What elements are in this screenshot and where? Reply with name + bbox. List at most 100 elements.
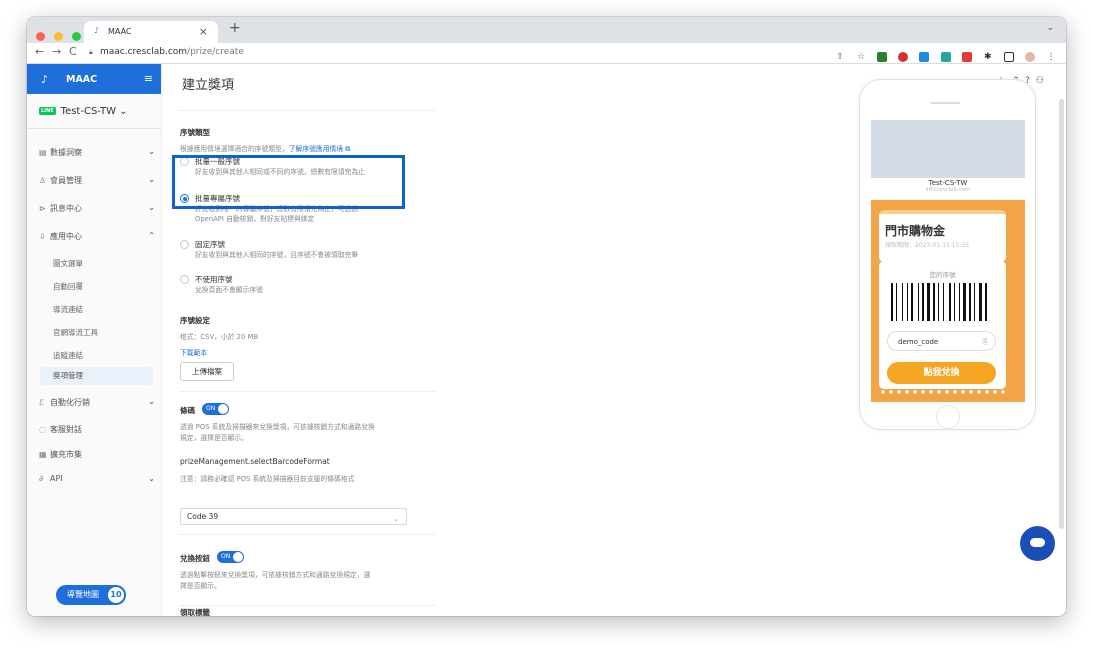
preview-prize-card: 門市購物金 領取期限：2023-01-11 15:35 [879,210,1006,262]
extension-icons: ⇧ ☆ ✱ ⋮ [829,46,1056,62]
preview-code-field[interactable]: demo_code ⎘ [887,331,996,351]
barcode-format-select[interactable]: Code 39 ⌄ [180,508,407,525]
sidebar-item-marketplace[interactable]: ▦ 擴充市集 [39,449,155,463]
page-title: 建立獎項 [182,78,235,93]
back-icon[interactable]: ← [35,45,44,58]
barcode-format-heading: prizeManagement.selectBarcodeFormat [180,457,330,466]
url-field[interactable]: maac.cresclab.com/prize/create [100,47,244,57]
user-menu-icon[interactable]: ⚇ [1036,76,1050,86]
barcode-bar [943,283,944,321]
phone-home-button [936,405,960,429]
sidebar-subitem-redirect-links[interactable]: 導流連結 [53,304,153,315]
forward-icon[interactable]: → [52,45,61,58]
sidebar-subitem-auto-reply[interactable]: 自動回覆 [53,281,153,292]
sidebar-subitem-tracking-links[interactable]: 追蹤連結 [53,350,153,361]
extension-icon[interactable] [919,51,930,62]
sidebar-item-automation[interactable]: ℰ 自動化行銷 ⌄ [39,397,155,411]
sidebar-item-insights[interactable]: ▤ 數據洞察 ⌄ [39,147,155,161]
option-desc: 兌換頁面不會顯示序號 [195,286,263,294]
preview-coupon-edge [879,389,1006,395]
close-tab-icon[interactable]: × [199,25,208,38]
tab-maac[interactable]: ♪ MAAC × [84,21,218,43]
radio-no-serial[interactable] [180,275,189,284]
barcode-bar [909,283,910,321]
brand-name: MAAC [66,74,98,85]
minimize-window-icon[interactable] [54,32,64,41]
redeem-button-desc-line2: 擇是否顯示。 [180,582,221,590]
chevron-down-icon: ⌄ [148,397,155,406]
sidebar-item-label: 會員管理 [50,176,82,185]
barcode-bar [904,283,906,321]
support-chat-button[interactable] [1020,526,1055,561]
upload-file-button[interactable]: 上傳檔案 [180,362,234,381]
preview-serial-label: 您的序號 [929,271,956,279]
sidebar-item-chat[interactable]: ◌ 客服對話 [39,424,155,438]
selected-option-highlight-box [172,155,405,209]
download-template-link[interactable]: 下載範本 [180,347,207,357]
chevron-down-icon: ⌄ [148,474,155,483]
hamburger-menu-icon[interactable]: ≡ [144,72,153,85]
preview-redeem-button[interactable]: 點我兌換 [887,362,996,384]
extension-icon[interactable] [898,51,909,62]
sidebar-subitem-rich-menu[interactable]: 圖文選單 [53,258,153,269]
share-icon[interactable]: ⇧ [835,52,845,62]
sidebar-item-members[interactable]: ♙ 會員管理 ⌄ [39,175,155,189]
reload-icon[interactable]: C [69,45,77,58]
barcode-desc: 透過 POS 系統及掃描器來兌換獎項，可依據核銷方式和通路兌換 [180,423,375,431]
barcode-bar [967,283,968,321]
extension-icon[interactable] [877,51,888,62]
preview-code-value: demo_code [898,338,939,346]
preview-screen: Test-CS-TW liff.cresclab.com 門市購物金 領取期限：… [871,120,1025,402]
chevron-down-icon: ⌄ [393,515,399,523]
apps-icon: ⇩ [39,232,46,241]
mobile-preview: Test-CS-TW liff.cresclab.com 門市購物金 領取期限：… [859,79,1036,430]
bookmark-star-icon[interactable]: ☆ [856,52,866,62]
barcode-format-value: Code 39 [187,512,219,521]
divider [179,605,436,606]
maximize-window-icon[interactable] [72,32,82,41]
new-tab-button[interactable]: + [229,20,241,36]
sidebar-item-messages[interactable]: ⊳ 訊息中心 ⌄ [39,203,155,217]
sidebar-item-label: 訊息中心 [50,204,82,213]
address-bar-row: ← → C 🔒︎ maac.cresclab.com/prize/create … [27,43,1066,64]
barcode-bar [896,283,897,321]
brand-header: ♪ MAAC ≡ [27,64,161,94]
barcode-heading: 條碼 [180,406,195,415]
sidepanel-icon[interactable] [1003,51,1014,62]
preview-barcode [891,283,997,321]
radio-fixed[interactable] [180,240,189,249]
tab-strip: ♪ MAAC × + ⌄ [27,17,1066,43]
account-switcher[interactable]: LINE Test-CS-TW ⌄ [39,106,128,118]
option-label: 不使用序號 [195,275,233,284]
extension-icon[interactable] [940,51,951,62]
copy-icon[interactable]: ⎘ [982,332,988,352]
option-desc: 好友收到與其他人相同的序號，且序號不會被領取完畢 [195,251,359,259]
sidebar-item-label: API [50,474,63,483]
sidebar-subitem-web-tools[interactable]: 官網導流工具 [53,327,153,338]
sidebar-item-api[interactable]: ∂ API ⌄ [39,474,155,488]
close-window-icon[interactable] [36,32,45,41]
barcode-bar [936,283,937,321]
preview-shop-name: Test-CS-TW [928,179,968,187]
sidebar-item-label: 應用中心 [50,232,82,241]
sidebar-item-apps[interactable]: ⇩ 應用中心 ⌃ [39,231,155,245]
serial-format-hint: 格式：CSV，小於 20 MB [180,333,258,341]
sidebar-subitem-prize-management[interactable]: 獎項管理 [40,367,153,385]
profile-avatar[interactable] [1024,51,1035,62]
barcode-bar [952,283,953,321]
redeem-button-toggle[interactable]: ON [217,551,244,563]
barcode-bar [983,283,984,321]
tab-search-chevron-icon[interactable]: ⌄ [1046,23,1054,33]
extensions-puzzle-icon[interactable]: ✱ [983,52,993,62]
browser-menu-icon[interactable]: ⋮ [1046,52,1056,62]
extension-icon[interactable] [961,51,972,62]
page-scrollbar[interactable] [1059,99,1064,529]
claim-title-heading: 領取標籤 [180,608,210,616]
learn-serial-scenarios-link[interactable]: 了解序號應用情境 ⧉ [289,145,350,153]
redeem-button-heading: 兌換按鈕 [180,554,210,563]
guide-map-button[interactable]: 導覽地圖 10 [56,585,126,605]
user-icon: ♙ [39,176,47,185]
api-icon: ∂ [39,474,44,483]
barcode-toggle[interactable]: ON [202,403,229,415]
barcode-bar [918,283,919,321]
